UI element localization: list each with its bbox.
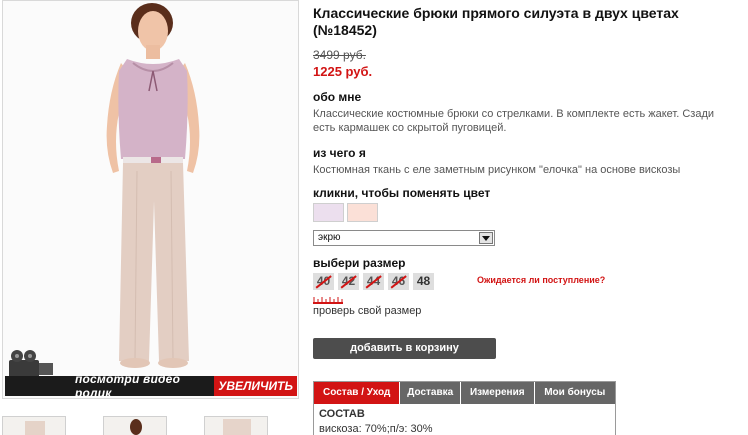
- tab-composition-care[interactable]: Состав / Уход: [314, 382, 401, 404]
- composition-heading: СОСТАВ: [319, 408, 365, 420]
- old-price: 3499 руб.: [313, 48, 366, 62]
- color-swatch-lilac[interactable]: [313, 203, 344, 222]
- check-size-link[interactable]: проверь свой размер: [313, 305, 421, 317]
- size-option-48[interactable]: 48: [413, 273, 434, 290]
- thumbnail[interactable]: [2, 416, 66, 435]
- product-title: Классические брюки прямого силуэта в дву…: [313, 5, 679, 38]
- model-illustration: [106, 3, 200, 368]
- size-option-40: 40: [313, 273, 334, 290]
- watch-video-link[interactable]: посмотри видео ролик: [75, 372, 214, 398]
- chevron-down-icon[interactable]: [479, 232, 493, 244]
- color-select[interactable]: экрю: [313, 230, 495, 246]
- photo-toolbar: посмотри видео ролик УВЕЛИЧИТЬ: [5, 372, 297, 398]
- material-text: Костюмная ткань с еле заметным рисунком …: [313, 164, 681, 176]
- notify-restock-link[interactable]: Ожидается ли поступление?: [477, 275, 605, 285]
- material-heading: из чего я: [313, 146, 366, 160]
- tab-delivery[interactable]: Доставка: [400, 382, 462, 404]
- sale-price: 1225 руб.: [313, 64, 373, 79]
- info-tabs: Состав / Уход Доставка Измерения Мои бон…: [313, 381, 616, 435]
- size-heading: выбери размер: [313, 256, 406, 270]
- about-heading: обо мне: [313, 90, 362, 104]
- thumbnail[interactable]: [103, 416, 167, 435]
- add-to-cart-button[interactable]: добавить в корзину: [313, 338, 496, 359]
- zoom-button[interactable]: УВЕЛИЧИТЬ: [214, 376, 297, 396]
- color-select-value: экрю: [318, 232, 341, 243]
- color-swatch-ecru[interactable]: [347, 203, 378, 222]
- product-photo[interactable]: посмотри видео ролик УВЕЛИЧИТЬ: [2, 0, 299, 399]
- size-option-42: 42: [338, 273, 359, 290]
- composition-text: вискоза: 70%;п/э: 30%: [319, 423, 433, 435]
- thumbnail-strip: [2, 416, 299, 435]
- tab-bonuses[interactable]: Мои бонусы: [534, 382, 615, 404]
- size-option-46: 46: [388, 273, 409, 290]
- tab-measurements[interactable]: Измерения: [461, 382, 535, 404]
- size-option-44: 44: [363, 273, 384, 290]
- thumbnail[interactable]: [204, 416, 268, 435]
- ruler-icon: [313, 297, 343, 304]
- color-heading: кликни, чтобы поменять цвет: [313, 186, 491, 200]
- about-text: Классические костюмные брюки со стрелкам…: [313, 108, 715, 134]
